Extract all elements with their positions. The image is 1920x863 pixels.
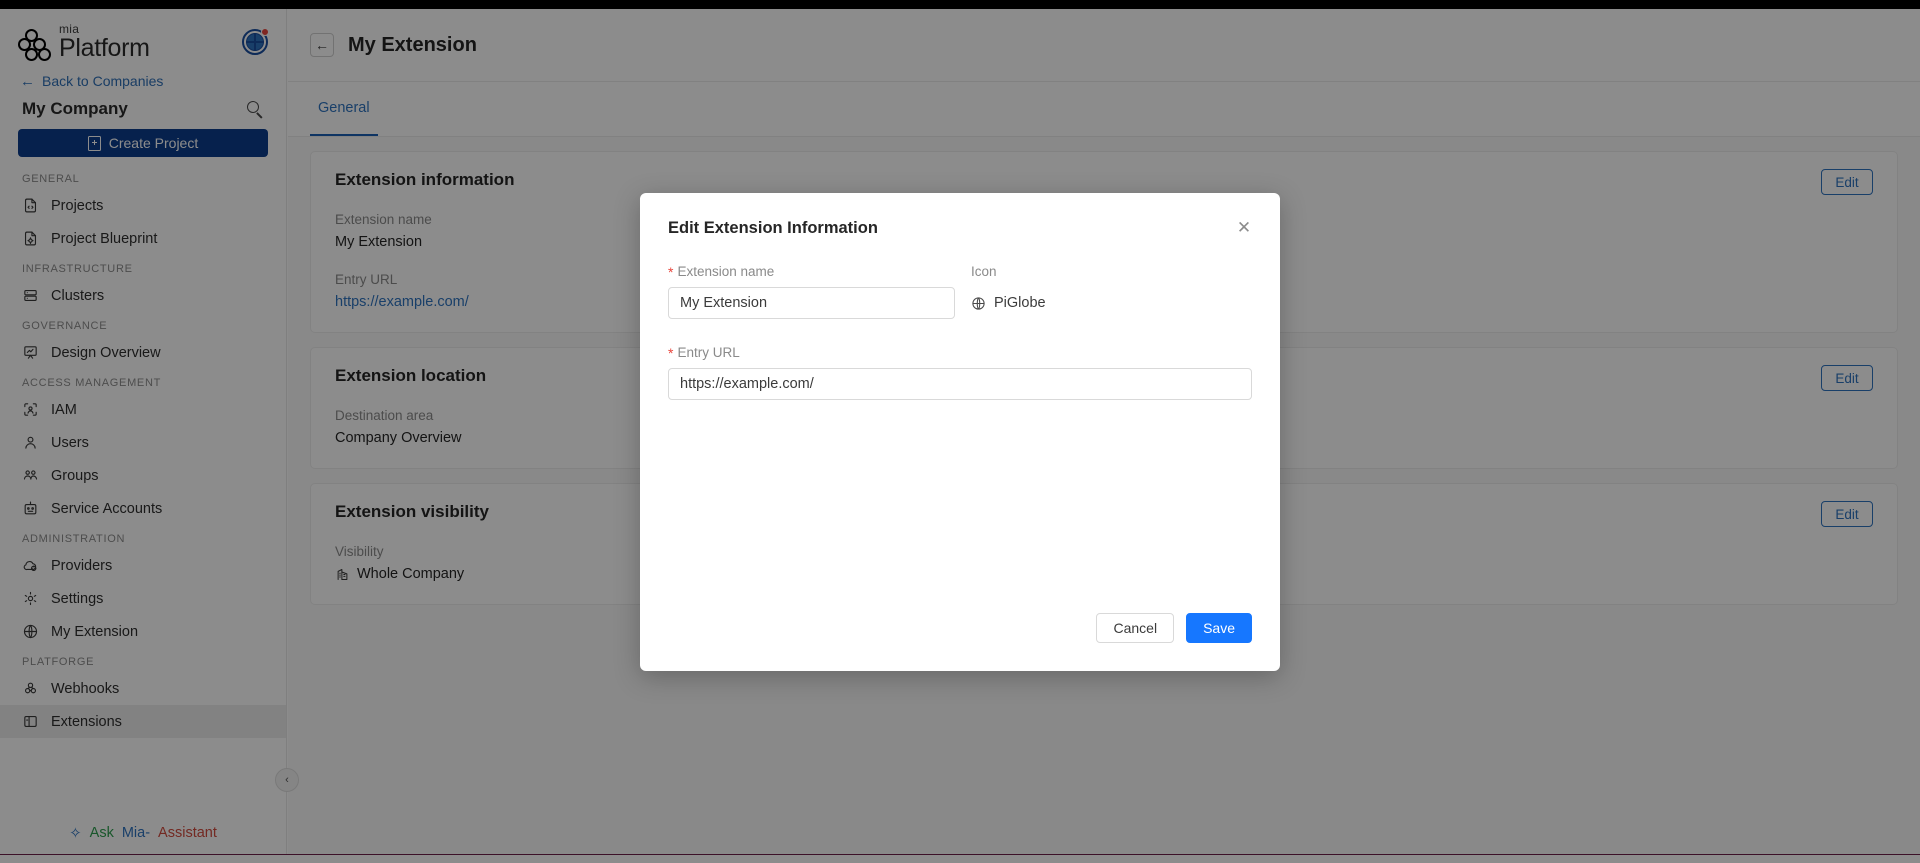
entry-url-label-row: * Entry URL (668, 345, 1252, 360)
app-root: mia Platform ← Back to Companies My Comp… (0, 0, 1920, 863)
icon-picker[interactable]: PiGlobe (971, 287, 1046, 319)
extension-name-label-row: * Extension name (668, 264, 955, 279)
extension-name-field-group: * Extension name (668, 264, 955, 319)
required-marker: * (668, 344, 674, 361)
icon-field-group: Icon PiGlobe (971, 264, 1046, 319)
entry-url-field-group: * Entry URL (668, 345, 1252, 400)
close-icon[interactable]: ✕ (1234, 218, 1254, 238)
cancel-button[interactable]: Cancel (1096, 613, 1175, 643)
globe-icon (972, 296, 985, 310)
required-marker: * (668, 263, 674, 280)
entry-url-label: Entry URL (677, 345, 740, 360)
extension-name-input[interactable] (668, 287, 955, 319)
edit-extension-information-dialog: Edit Extension Information ✕ * Extension… (640, 193, 1280, 671)
save-button[interactable]: Save (1186, 613, 1252, 643)
extension-name-label: Extension name (677, 264, 775, 279)
icon-value: PiGlobe (994, 295, 1046, 311)
dialog-row-name-icon: * Extension name Icon PiGlobe (668, 264, 1252, 319)
dialog-row-url: * Entry URL (668, 345, 1252, 400)
dialog-title: Edit Extension Information (668, 219, 878, 237)
dialog-footer: Cancel Save (1096, 613, 1252, 643)
icon-label: Icon (971, 264, 997, 279)
entry-url-input[interactable] (668, 368, 1252, 400)
